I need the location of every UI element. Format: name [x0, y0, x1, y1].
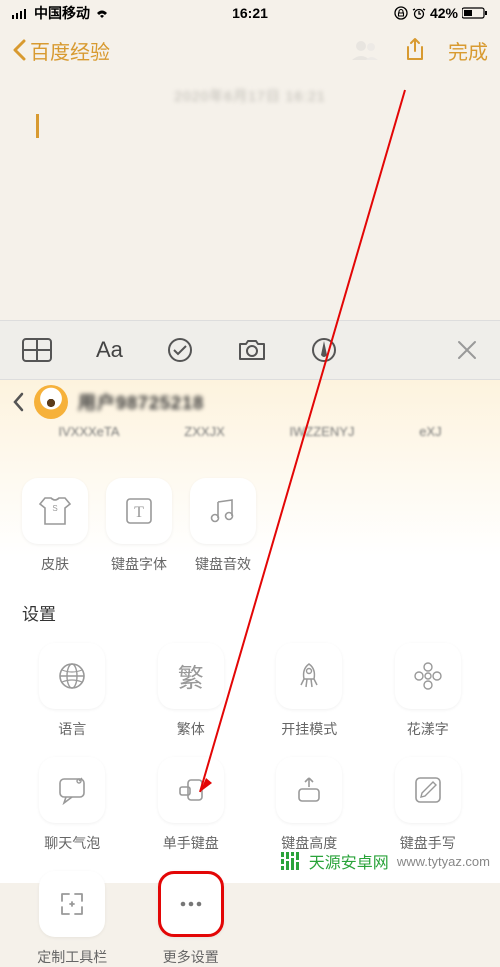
text-format-icon[interactable]: Aa: [96, 337, 123, 363]
share-icon[interactable]: [404, 37, 426, 63]
alarm-icon: [412, 6, 426, 20]
watermark: 天源安卓网 www.tytyaz.com: [279, 849, 490, 873]
panel-back-icon[interactable]: [12, 392, 24, 412]
more-settings-highlight: [158, 871, 224, 937]
tile-label: 单手键盘: [163, 833, 219, 853]
tile-label: 键盘字体: [111, 554, 167, 574]
watermark-name: 天源安卓网: [309, 849, 389, 873]
markup-icon[interactable]: [311, 337, 337, 363]
done-button[interactable]: 完成: [448, 36, 488, 65]
font-icon: T: [124, 496, 154, 526]
username: 用户98725218: [78, 389, 204, 415]
back-label: 百度经验: [30, 36, 110, 65]
status-bar: 中国移动 16:21 42%: [0, 0, 500, 26]
more-icon: [178, 900, 204, 908]
chevron-left-icon: [12, 39, 26, 61]
tile-label: 花漾字: [407, 719, 449, 739]
note-date: 2020年6月17日 16:21: [36, 86, 464, 106]
tile-handwrite[interactable]: 键盘手写: [378, 757, 479, 853]
tile-label: 定制工具栏: [37, 947, 107, 967]
svg-text:T: T: [134, 504, 144, 521]
tile-label: 键盘音效: [195, 554, 251, 574]
clock: 16:21: [232, 5, 268, 21]
tile-cheat-mode[interactable]: 开挂模式: [259, 643, 360, 739]
tile-sound[interactable]: 键盘音效: [190, 478, 256, 574]
tile-chat-bubble[interactable]: 聊天气泡: [22, 757, 123, 853]
height-icon: [295, 775, 323, 805]
customize-icon: [57, 889, 87, 919]
watermark-url: www.tytyaz.com: [397, 854, 490, 869]
checklist-icon[interactable]: [167, 337, 193, 363]
tile-skin[interactable]: S 皮肤: [22, 478, 88, 574]
tile-height[interactable]: 键盘高度: [259, 757, 360, 853]
tile-label: 语言: [58, 719, 86, 739]
camera-icon[interactable]: [237, 338, 267, 362]
handwrite-icon: [413, 775, 443, 805]
tile-font[interactable]: T 键盘字体: [106, 478, 172, 574]
note-editor[interactable]: 2020年6月17日 16:21: [0, 74, 500, 150]
wifi-icon: [94, 7, 110, 19]
keyboard-settings-panel: 用户98725218 IVXXXeTAZXXJXIWZZENYJeXJ S 皮肤…: [0, 380, 500, 883]
format-toolbar: Aa: [0, 320, 500, 380]
user-avatar[interactable]: [34, 385, 68, 419]
lock-icon: [394, 6, 408, 20]
tile-more-settings[interactable]: 更多设置: [141, 871, 242, 967]
music-icon: [208, 496, 238, 526]
text-cursor: [36, 114, 39, 138]
onehand-icon: [176, 775, 206, 805]
tile-label: 繁体: [177, 719, 205, 739]
tile-traditional[interactable]: 繁 繁体: [141, 643, 242, 739]
globe-icon: [56, 660, 88, 692]
tile-label: 更多设置: [163, 947, 219, 967]
section-settings-title: 设置: [0, 574, 500, 625]
flower-icon: [412, 660, 444, 692]
rocket-icon: [294, 661, 324, 691]
close-icon[interactable]: [456, 339, 478, 361]
tile-label: 聊天气泡: [44, 833, 100, 853]
tile-label: 皮肤: [41, 554, 69, 574]
tile-language[interactable]: 语言: [22, 643, 123, 739]
battery-icon: [462, 7, 488, 19]
tile-flower-text[interactable]: 花漾字: [378, 643, 479, 739]
signal-icon: [12, 7, 30, 19]
tile-label: 开挂模式: [281, 719, 337, 739]
battery-percent: 42%: [430, 5, 458, 21]
clipped-row: IVXXXeTAZXXJXIWZZENYJeXJ: [0, 424, 500, 438]
bubble-icon: [56, 775, 88, 805]
tile-customize-toolbar[interactable]: 定制工具栏: [22, 871, 123, 967]
table-icon[interactable]: [22, 338, 52, 362]
people-icon[interactable]: [350, 38, 382, 62]
svg-text:S: S: [52, 504, 57, 513]
carrier-label: 中国移动: [34, 3, 90, 23]
back-button[interactable]: 百度经验: [12, 36, 110, 65]
trad-char-icon: 繁: [178, 658, 204, 695]
nav-bar: 百度经验 完成: [0, 26, 500, 74]
watermark-logo-icon: [279, 849, 303, 873]
tile-onehand[interactable]: 单手键盘: [141, 757, 242, 853]
shirt-icon: S: [38, 496, 72, 526]
